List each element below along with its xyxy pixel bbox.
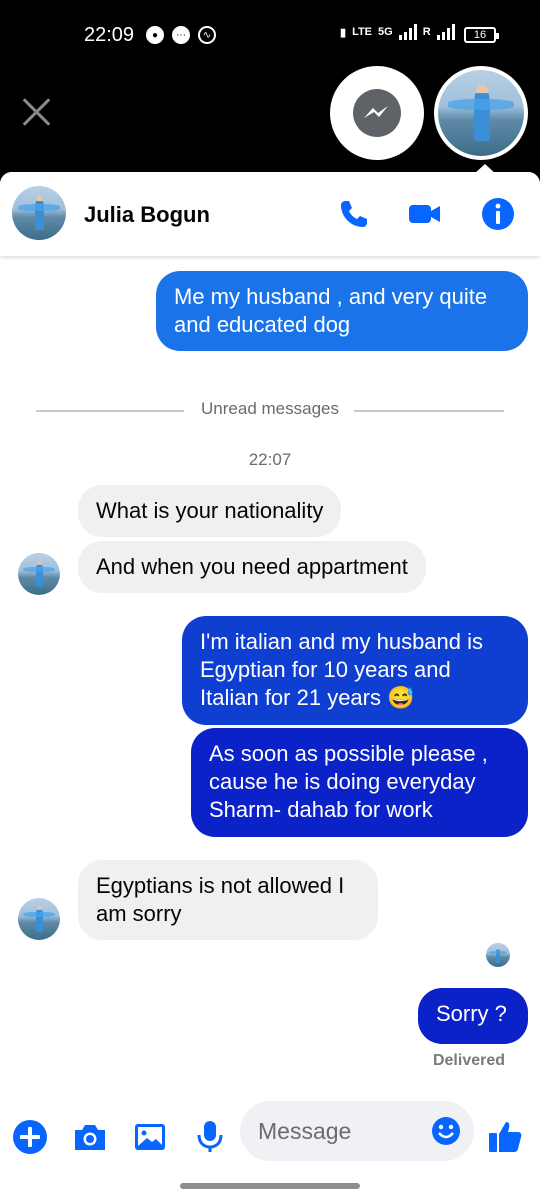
like-thumb-icon[interactable] xyxy=(486,1117,526,1157)
delivery-status: Delivered xyxy=(432,1052,506,1069)
gallery-icon[interactable] xyxy=(130,1117,170,1157)
message-incoming-2[interactable]: And when you need appartment xyxy=(78,541,426,593)
contact-name[interactable]: Julia Bogun xyxy=(84,202,210,228)
message-incoming-3[interactable]: Egyptians is not allowed I am sorry xyxy=(78,860,378,940)
close-icon[interactable] xyxy=(20,96,52,128)
volte-icon: LTE xyxy=(352,26,373,38)
phone-icon[interactable] xyxy=(336,196,372,232)
info-icon[interactable] xyxy=(480,196,516,232)
message-list[interactable]: Me my husband , and very quite and educa… xyxy=(0,256,540,1099)
status-right-icons: ▮ LTE 5G R xyxy=(340,24,455,40)
message-notification-icon: ⋯ xyxy=(172,26,190,44)
status-time: 22:09 xyxy=(84,24,135,46)
emoji-icon[interactable] xyxy=(430,1115,462,1147)
plus-icon[interactable] xyxy=(10,1117,50,1157)
home-indicator[interactable] xyxy=(180,1183,360,1189)
sender-avatar[interactable] xyxy=(18,553,60,595)
message-outgoing-3[interactable]: As soon as possible please , cause he is… xyxy=(191,728,528,837)
composer-bar xyxy=(0,1099,540,1179)
contact-avatar[interactable] xyxy=(12,186,66,240)
battery-level: 16 xyxy=(473,29,487,41)
microphone-icon[interactable] xyxy=(190,1117,230,1157)
chat-notification-icon: ● xyxy=(146,26,164,44)
notification-icons: ● ⋯ ∿ xyxy=(146,26,216,44)
roaming-icon: R xyxy=(422,26,431,38)
message-outgoing-4[interactable]: Sorry ? xyxy=(418,988,528,1044)
message-incoming-1[interactable]: What is your nationality xyxy=(78,485,342,537)
vibrate-icon: ▮ xyxy=(340,26,347,39)
messenger-app-button[interactable] xyxy=(330,66,424,160)
message-timestamp: 22:07 xyxy=(248,450,292,469)
contact-photo xyxy=(12,186,66,240)
messenger-notification-icon: ∿ xyxy=(198,26,216,44)
sender-avatar-2[interactable] xyxy=(18,898,60,940)
read-receipt-avatar xyxy=(486,943,510,967)
video-call-icon[interactable] xyxy=(406,196,442,232)
chat-head-avatar[interactable] xyxy=(434,66,528,160)
read-receipt-photo xyxy=(486,943,510,967)
chat-header: Julia Bogun xyxy=(0,172,540,256)
chat-window: Julia Bogun Me my husband , and very qui… xyxy=(0,172,540,1199)
profile-photo xyxy=(438,70,524,156)
status-bar: 22:09 ● ⋯ ∿ ▮ LTE 5G R 16 xyxy=(0,0,540,72)
messenger-icon xyxy=(353,89,401,137)
battery-icon: 16 xyxy=(464,27,499,43)
unread-messages-label: Unread messages xyxy=(201,399,339,418)
signal-icon-2 xyxy=(436,24,455,40)
message-outgoing-1[interactable]: Me my husband , and very quite and educa… xyxy=(156,271,528,351)
sender-photo xyxy=(18,553,60,595)
unread-divider-right xyxy=(354,410,504,412)
message-outgoing-2[interactable]: I'm italian and my husband is Egyptian f… xyxy=(182,616,528,725)
sender-photo-2 xyxy=(18,898,60,940)
camera-icon[interactable] xyxy=(70,1117,110,1157)
signal-icon xyxy=(398,24,417,40)
network-type: 5G xyxy=(378,26,393,38)
